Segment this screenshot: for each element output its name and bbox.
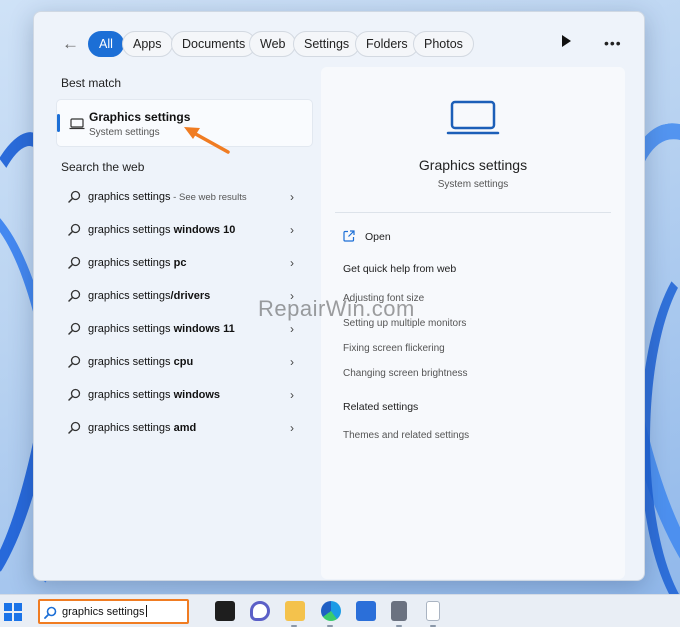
tab-documents[interactable]: Documents (171, 31, 257, 57)
chevron-right-icon: › (290, 256, 294, 270)
web-suggestion-item[interactable]: graphics settings pc › (56, 248, 313, 281)
search-icon (68, 190, 81, 203)
search-web-heading: Search the web (61, 160, 145, 174)
play-icon[interactable] (562, 35, 571, 47)
web-suggestion-item[interactable]: graphics settings cpu › (56, 347, 313, 380)
search-icon (68, 421, 81, 434)
search-icon (44, 606, 57, 619)
store-icon[interactable] (356, 601, 376, 621)
windows-start-icon[interactable] (4, 603, 22, 621)
web-suggestion-item[interactable]: graphics settings windows 10 › (56, 215, 313, 248)
web-suggestion-label: graphics settings windows 10 (88, 224, 236, 236)
tab-apps[interactable]: Apps (122, 31, 173, 57)
web-suggestion-label: graphics settings amd (88, 422, 197, 434)
web-suggestion-item[interactable]: graphics settings amd › (56, 413, 313, 446)
notepad-icon[interactable] (426, 601, 440, 621)
web-suggestion-label: graphics settings cpu (88, 356, 194, 368)
web-suggestion-item[interactable]: graphics settings - See web results › (56, 182, 313, 215)
more-options-icon[interactable]: ••• (604, 30, 622, 56)
back-arrow-icon[interactable]: ← (62, 34, 82, 54)
tab-all[interactable]: All (88, 31, 124, 57)
task-view-icon[interactable] (215, 601, 235, 621)
web-suggestion-label: graphics settings - See web results (88, 191, 247, 203)
search-icon (68, 256, 81, 269)
search-icon (68, 223, 81, 236)
web-suggestion-label: graphics settings windows 11 (88, 323, 235, 335)
file-explorer-icon[interactable] (285, 601, 305, 621)
chevron-right-icon: › (290, 322, 294, 336)
detail-subtitle: System settings (437, 179, 509, 190)
watermark: RepairWin.com (258, 296, 415, 321)
annotation-arrow-icon (184, 127, 230, 154)
chevron-right-icon: › (290, 190, 294, 204)
detail-title: Graphics settings (418, 157, 528, 173)
open-external-icon[interactable] (343, 230, 355, 242)
laptop-icon (69, 118, 85, 130)
tab-photos[interactable]: Photos (413, 31, 474, 57)
tab-folders[interactable]: Folders (355, 31, 419, 57)
calculator-icon[interactable] (391, 601, 407, 621)
taskbar: graphics settings (0, 594, 680, 627)
web-suggestion-label: graphics settings windows (88, 389, 221, 401)
web-suggestion-label: graphics settings pc (88, 257, 187, 269)
search-query-text: graphics settings (62, 605, 147, 618)
best-match-subtitle: System settings (89, 127, 160, 138)
chevron-right-icon: › (290, 355, 294, 369)
search-filter-tabs: ← All Apps Documents Web Settings Folder… (34, 30, 644, 58)
chat-icon[interactable] (250, 601, 270, 621)
web-suggestion-label: graphics settings/drivers (88, 290, 211, 302)
chevron-right-icon: › (290, 388, 294, 402)
search-icon (68, 289, 81, 302)
related-link-themes[interactable]: Themes and related settings (343, 430, 469, 441)
divider (335, 212, 611, 213)
chevron-right-icon: › (290, 421, 294, 435)
laptop-large-icon (446, 100, 500, 135)
edge-browser-icon[interactable] (321, 601, 341, 621)
quick-help-heading: Get quick help from web (343, 263, 457, 275)
search-icon (68, 355, 81, 368)
best-match-title: Graphics settings (89, 110, 191, 124)
web-suggestion-item[interactable]: graphics settings windows › (56, 380, 313, 413)
selection-indicator (57, 114, 60, 132)
help-link-screen-brightness[interactable]: Changing screen brightness (343, 368, 468, 379)
taskbar-search-input[interactable]: graphics settings (38, 599, 189, 624)
tab-settings[interactable]: Settings (293, 31, 361, 57)
best-match-heading: Best match (61, 76, 122, 90)
search-icon (68, 322, 81, 335)
open-action[interactable]: Open (365, 231, 391, 243)
help-link-screen-flickering[interactable]: Fixing screen flickering (343, 343, 445, 354)
tab-web[interactable]: Web (249, 31, 297, 57)
chevron-right-icon: › (290, 223, 294, 237)
result-detail-pane: Graphics settings System settings Open G… (321, 67, 625, 579)
search-icon (68, 388, 81, 401)
related-settings-heading: Related settings (343, 401, 419, 413)
